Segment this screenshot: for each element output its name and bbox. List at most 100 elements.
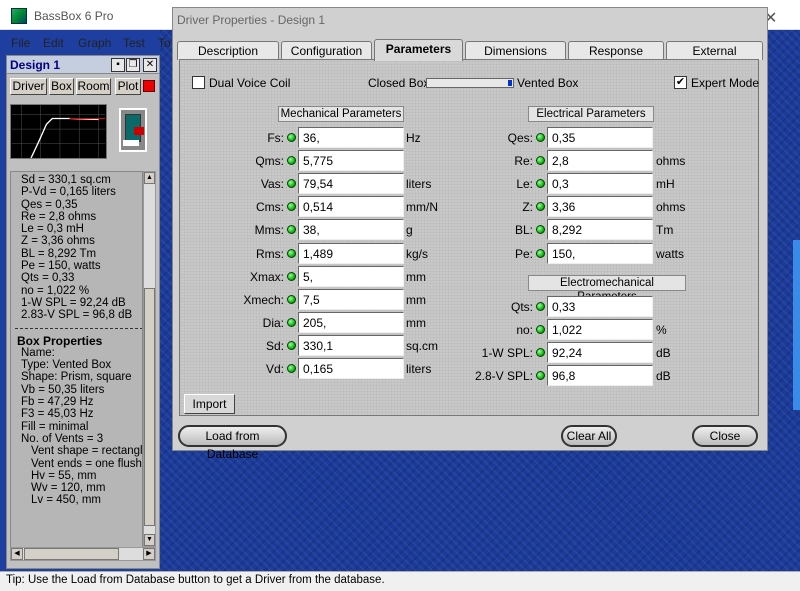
dialog-title: Driver Properties - Design 1 [177, 13, 326, 27]
menu-tools[interactable]: To [158, 36, 171, 50]
electromechanical-parameters-title: Electromechanical Parameters [528, 275, 686, 303]
param-input[interactable]: 92,24 [547, 342, 653, 364]
info-line: Vent ends = one flush [31, 457, 142, 470]
close-icon[interactable]: ✕ [143, 58, 157, 72]
param-unit: dB [656, 369, 671, 384]
param-label: Rms: [256, 246, 284, 261]
info-line: Shape: Prism, square [21, 371, 132, 384]
param-label: Xmech: [243, 292, 284, 307]
param-input[interactable]: 38, [298, 219, 404, 241]
plot-button[interactable]: Plot [115, 78, 141, 95]
scroll-left-icon[interactable]: ◀ [11, 548, 23, 560]
status-tip: Tip: Use the Load from Database button t… [6, 574, 385, 586]
slider-knob[interactable] [508, 80, 512, 86]
save-icon[interactable]: ▪ [111, 58, 125, 72]
menu-test[interactable]: Test [123, 36, 145, 50]
param-unit: liters [406, 177, 432, 192]
status-led-icon [287, 133, 296, 142]
divider [15, 327, 142, 329]
info-vertical-scrollbar[interactable]: ▲ ▼ [143, 171, 156, 547]
close-button[interactable]: Close [692, 425, 758, 447]
menu-file[interactable]: File [11, 36, 30, 50]
scroll-thumb[interactable] [144, 288, 155, 526]
load-from-database-button[interactable]: Load from Database [178, 425, 287, 461]
param-input[interactable]: 3,36 [547, 196, 653, 218]
info-line: Fb = 47,29 Hz [21, 396, 94, 409]
plot-color-icon[interactable] [143, 80, 155, 92]
param-input[interactable]: 0,165 [298, 358, 404, 379]
param-unit: mm [406, 315, 426, 330]
expert-mode-label: Expert Mode [691, 76, 760, 90]
status-led-icon [287, 340, 296, 350]
param-unit: mm/N [406, 200, 438, 215]
param-label: Re: [514, 154, 533, 169]
param-input[interactable]: 150, [547, 242, 653, 264]
param-unit: kg/s [406, 246, 429, 261]
scroll-thumb[interactable] [24, 548, 119, 560]
param-input[interactable]: 0,33 [547, 296, 653, 317]
driver-button[interactable]: Driver [10, 78, 47, 95]
info-line: Hv = 55, mm [31, 469, 97, 482]
param-label: Dia: [262, 315, 284, 330]
param-input[interactable]: 0,514 [298, 196, 404, 218]
import-button[interactable]: Import [184, 394, 235, 414]
dialog-tabs: Description Configuration Parameters Dim… [177, 39, 763, 61]
param-input[interactable]: 1,022 [547, 319, 653, 341]
info-line: P-Vd = 0,165 liters [21, 186, 116, 199]
box-type-slider[interactable] [426, 78, 514, 88]
status-led-icon [287, 271, 296, 281]
scroll-up-icon[interactable]: ▲ [144, 172, 155, 184]
param-input[interactable]: 8,292 [547, 219, 653, 241]
info-line: Vent shape = rectangle [31, 445, 143, 458]
tab-external[interactable]: External [666, 41, 763, 60]
box-button[interactable]: Box [49, 78, 74, 95]
scroll-right-icon[interactable]: ▶ [143, 548, 155, 560]
menu-edit[interactable]: Edit [43, 36, 64, 50]
expert-mode-checkbox[interactable]: ✔ [674, 76, 687, 89]
param-input[interactable]: 330,1 [298, 334, 404, 356]
param-input[interactable]: 5, [298, 265, 404, 287]
param-input[interactable]: 0,35 [547, 127, 653, 148]
info-line: BL = 8,292 Tm [21, 247, 97, 260]
box-properties-title: Box Properties [17, 333, 103, 348]
param-label: Qms: [255, 154, 284, 169]
param-label: 1-W SPL: [481, 346, 533, 361]
param-label: Vd: [265, 362, 284, 376]
param-label: Xmax: [249, 269, 284, 284]
status-led-icon [536, 225, 545, 235]
param-unit: ohms [656, 200, 686, 215]
param-input[interactable]: 2,8 [547, 150, 653, 172]
param-input[interactable]: 1,489 [298, 242, 404, 264]
param-input[interactable]: 36, [298, 127, 404, 148]
param-input[interactable]: 205, [298, 311, 404, 333]
param-label: Cms: [256, 200, 284, 215]
param-input[interactable]: 7,5 [298, 288, 404, 310]
copy-icon[interactable]: ❐ [126, 58, 140, 72]
param-label: Qes: [507, 131, 533, 145]
param-input[interactable]: 0,3 [547, 173, 653, 195]
param-input[interactable]: 79,54 [298, 173, 404, 195]
param-input[interactable]: 96,8 [547, 365, 653, 387]
status-led-icon [536, 248, 545, 258]
dual-voice-coil-checkbox[interactable] [192, 76, 205, 89]
tab-description[interactable]: Description [177, 41, 279, 60]
status-led-icon [287, 364, 296, 373]
status-led-icon [287, 156, 296, 166]
info-horizontal-scrollbar[interactable]: ◀ ▶ [10, 547, 156, 561]
info-line: Vb = 50,35 liters [21, 383, 105, 396]
scroll-down-icon[interactable]: ▼ [144, 534, 155, 546]
info-line: Z = 3,36 ohms [21, 235, 95, 248]
room-button[interactable]: Room [76, 78, 111, 95]
status-led-icon [287, 294, 296, 304]
response-thumbnail-graph[interactable] [10, 104, 107, 159]
box-shape-icon [119, 108, 147, 152]
design-panel: Design 1 ▪ ❐ ✕ Driver Box Room Plot Sd =… [6, 55, 160, 569]
tab-dimensions[interactable]: Dimensions [465, 41, 566, 60]
tab-response[interactable]: Response [568, 41, 664, 60]
clear-all-button[interactable]: Clear All [561, 425, 617, 447]
info-line: Le = 0,3 mH [21, 223, 84, 236]
tab-parameters[interactable]: Parameters [374, 39, 463, 61]
param-input[interactable]: 5,775 [298, 150, 404, 172]
tab-configuration[interactable]: Configuration [281, 41, 372, 60]
menu-graph[interactable]: Graph [78, 36, 111, 50]
